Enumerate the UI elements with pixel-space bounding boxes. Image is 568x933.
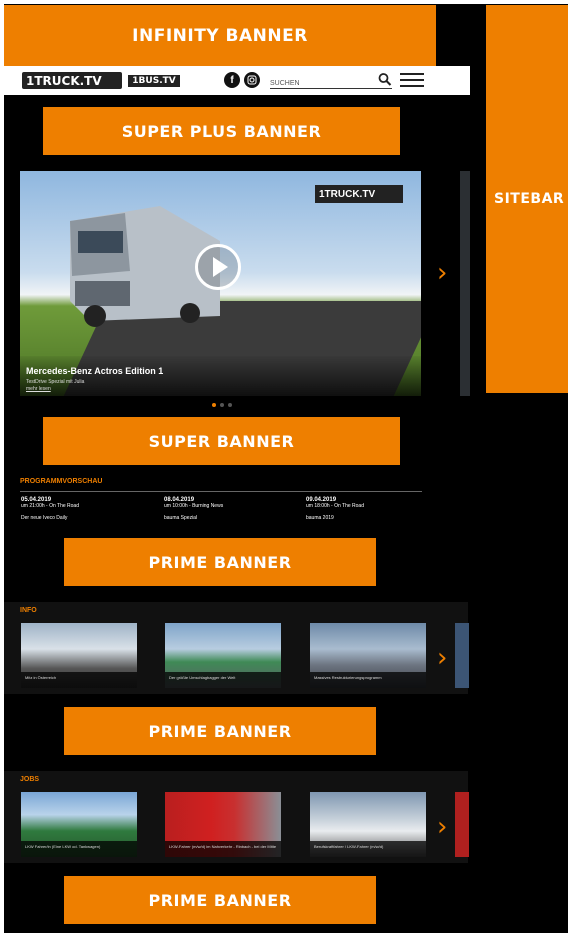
programm-item[interactable]: 08.04.2019 um 10:00h - Burning News baum… [164, 497, 294, 521]
divider [20, 491, 422, 492]
logo-1truck[interactable]: 1TRUCK.TV [22, 72, 122, 89]
menu-icon[interactable] [400, 70, 424, 92]
slide-title[interactable]: Mercedes-Benz Actros Edition 1 [26, 366, 163, 376]
facebook-icon[interactable]: f [224, 72, 240, 88]
info-card-peek[interactable] [455, 623, 469, 688]
jobs-title: JOBS [20, 776, 40, 783]
slide-subtitle: TestDrive Spezial mit Julia [26, 379, 85, 385]
card-caption: LKW Fahrer/in (Eine LKW od. Tankwagen) [21, 841, 137, 857]
hero-slide[interactable]: 1TRUCK.TV Mercedes-Benz Actros Edition 1… [20, 171, 421, 396]
slider-dot[interactable] [228, 403, 232, 407]
next-slide-peek[interactable] [460, 171, 470, 396]
sitebar-banner[interactable]: SITEBAR [486, 5, 568, 393]
card-caption: Berufskraftfahrer / LKW-Fahrer (m/w/d) [310, 841, 426, 857]
prime-banner[interactable]: PRIME BANNER [64, 876, 376, 924]
search-icon[interactable] [378, 72, 392, 88]
programm-item[interactable]: 09.04.2019 um 18:00h - On The Road bauma… [306, 497, 436, 521]
card-caption: Der größte Umschlagbagger der Welt [165, 672, 281, 688]
card-caption: LKW-Fahrer (m/w/d) im Nahverkehr - Rinba… [165, 841, 281, 857]
site-header: 1TRUCK.TV 1BUS.TV f [4, 66, 470, 95]
job-card[interactable]: LKW Fahrer/in (Eine LKW od. Tankwagen) [21, 792, 137, 857]
job-card[interactable]: Berufskraftfahrer / LKW-Fahrer (m/w/d) [310, 792, 426, 857]
logo-1bus[interactable]: 1BUS.TV [128, 75, 180, 87]
card-caption: Massives Restrukturierungsprogramm [310, 672, 426, 688]
slide-more-link[interactable]: mehr lesen [26, 386, 51, 392]
chevron-right-icon[interactable]: › [437, 258, 447, 288]
job-card-peek[interactable] [455, 792, 469, 857]
play-icon[interactable] [195, 244, 241, 290]
slide-logo: 1TRUCK.TV [315, 185, 403, 203]
job-card[interactable]: LKW-Fahrer (m/w/d) im Nahverkehr - Rinba… [165, 792, 281, 857]
info-card[interactable]: Massives Restrukturierungsprogramm [310, 623, 426, 688]
prime-banner[interactable]: PRIME BANNER [64, 538, 376, 586]
super-plus-banner[interactable]: SUPER PLUS BANNER [43, 107, 400, 155]
programm-time: um 18:00h - On The Road [306, 503, 364, 509]
slide-caption [20, 356, 421, 396]
slider-dots [212, 403, 232, 407]
search-box [270, 72, 392, 92]
infinity-banner[interactable]: INFINITY BANNER [4, 5, 436, 66]
info-title: INFO [20, 607, 37, 614]
programm-show: bauma 2019 [306, 515, 334, 521]
info-card[interactable]: Der größte Umschlagbagger der Welt [165, 623, 281, 688]
programm-title: PROGRAMMVORSCHAU [20, 478, 103, 485]
slider-dot[interactable] [220, 403, 224, 407]
programm-time: um 21:00h - On The Road [21, 503, 79, 509]
programm-time: um 10:00h - Burning News [164, 503, 224, 509]
search-input[interactable] [270, 75, 370, 92]
instagram-icon[interactable] [244, 72, 260, 88]
programm-show: Der neue Iveco Daily [21, 515, 68, 521]
super-banner[interactable]: SUPER BANNER [43, 417, 400, 465]
programm-show: bauma Spezial [164, 515, 198, 521]
chevron-right-icon[interactable]: › [437, 643, 447, 673]
slider-dot[interactable] [212, 403, 216, 407]
prime-banner[interactable]: PRIME BANNER [64, 707, 376, 755]
programm-item[interactable]: 05.04.2019 um 21:00h - On The Road Der n… [21, 497, 151, 521]
chevron-right-icon[interactable]: › [437, 812, 447, 842]
card-caption: Mitz in Österreich [21, 672, 137, 688]
info-card[interactable]: Mitz in Österreich [21, 623, 137, 688]
